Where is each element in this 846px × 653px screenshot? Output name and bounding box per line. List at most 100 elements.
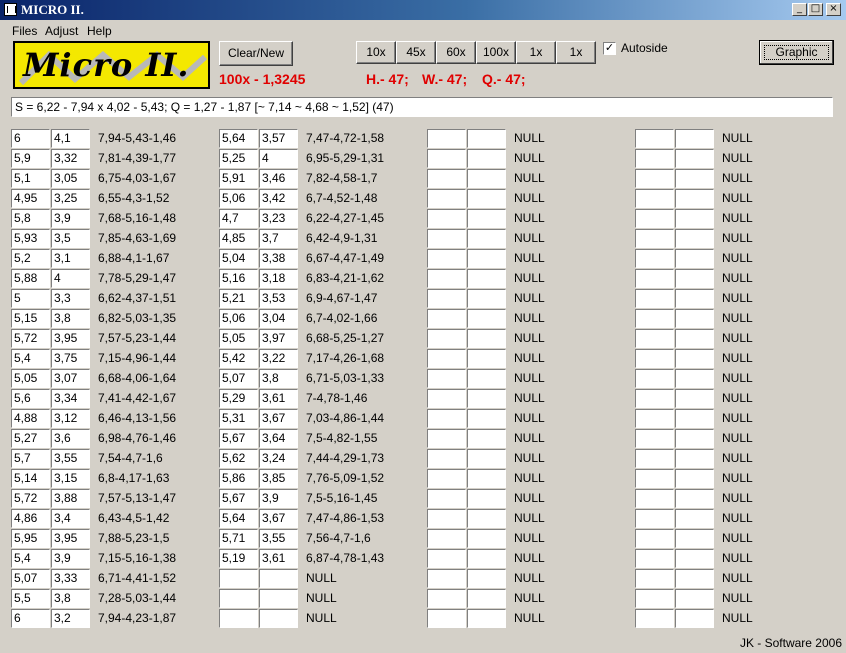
value-a-field[interactable] (427, 389, 466, 408)
value-a-field[interactable] (427, 549, 466, 568)
value-b-field[interactable] (675, 569, 714, 588)
value-b-field[interactable] (675, 389, 714, 408)
value-b-field[interactable] (675, 409, 714, 428)
value-b-field[interactable]: 3,46 (259, 169, 298, 188)
value-b-field[interactable]: 3,7 (259, 229, 298, 248)
value-a-field[interactable]: 5,07 (219, 369, 258, 388)
value-a-field[interactable] (635, 129, 674, 148)
value-a-field[interactable] (427, 509, 466, 528)
value-b-field[interactable] (467, 469, 506, 488)
value-a-field[interactable]: 5,67 (219, 429, 258, 448)
value-a-field[interactable] (427, 449, 466, 468)
value-a-field[interactable] (427, 569, 466, 588)
value-a-field[interactable] (635, 389, 674, 408)
value-b-field[interactable] (675, 309, 714, 328)
value-a-field[interactable] (219, 589, 258, 608)
value-a-field[interactable]: 5,14 (11, 469, 50, 488)
value-a-field[interactable]: 5 (11, 289, 50, 308)
value-b-field[interactable] (467, 209, 506, 228)
value-a-field[interactable] (427, 409, 466, 428)
value-b-field[interactable] (467, 389, 506, 408)
value-a-field[interactable] (427, 349, 466, 368)
value-a-field[interactable] (219, 609, 258, 628)
value-a-field[interactable]: 5,71 (219, 529, 258, 548)
maximize-button[interactable]: □ (808, 3, 823, 16)
value-b-field[interactable]: 3,67 (259, 509, 298, 528)
value-a-field[interactable]: 5,05 (219, 329, 258, 348)
value-a-field[interactable]: 5,91 (219, 169, 258, 188)
value-b-field[interactable] (675, 229, 714, 248)
value-b-field[interactable]: 3,55 (259, 529, 298, 548)
value-b-field[interactable]: 3,55 (51, 449, 90, 468)
value-b-field[interactable]: 3,32 (51, 149, 90, 168)
value-b-field[interactable] (675, 129, 714, 148)
value-b-field[interactable]: 3,85 (259, 469, 298, 488)
value-a-field[interactable]: 5,16 (219, 269, 258, 288)
value-b-field[interactable]: 3,75 (51, 349, 90, 368)
value-b-field[interactable]: 3,42 (259, 189, 298, 208)
value-a-field[interactable] (635, 209, 674, 228)
value-b-field[interactable] (467, 149, 506, 168)
value-b-field[interactable] (675, 209, 714, 228)
value-a-field[interactable] (635, 609, 674, 628)
value-a-field[interactable]: 5,72 (11, 489, 50, 508)
autoside-label[interactable]: Autoside (621, 41, 668, 55)
value-b-field[interactable]: 3,23 (259, 209, 298, 228)
value-b-field[interactable]: 3,9 (51, 209, 90, 228)
value-a-field[interactable]: 6 (11, 609, 50, 628)
value-b-field[interactable] (467, 269, 506, 288)
value-b-field[interactable]: 3,95 (51, 529, 90, 548)
value-b-field[interactable] (467, 309, 506, 328)
value-b-field[interactable]: 3,67 (259, 409, 298, 428)
value-a-field[interactable] (635, 549, 674, 568)
value-b-field[interactable] (467, 489, 506, 508)
zoom-100x-button[interactable]: 100x (476, 41, 516, 64)
value-b-field[interactable]: 3,88 (51, 489, 90, 508)
value-b-field[interactable]: 3,05 (51, 169, 90, 188)
value-b-field[interactable] (259, 589, 298, 608)
value-b-field[interactable]: 3,15 (51, 469, 90, 488)
value-a-field[interactable] (427, 529, 466, 548)
value-a-field[interactable]: 4,86 (11, 509, 50, 528)
value-a-field[interactable] (635, 509, 674, 528)
value-b-field[interactable] (467, 609, 506, 628)
value-a-field[interactable]: 5,21 (219, 289, 258, 308)
autoside-checkbox[interactable]: ✓ (603, 42, 616, 55)
value-a-field[interactable] (427, 589, 466, 608)
value-b-field[interactable]: 3,97 (259, 329, 298, 348)
value-a-field[interactable]: 4,95 (11, 189, 50, 208)
value-b-field[interactable]: 3,07 (51, 369, 90, 388)
value-b-field[interactable]: 3,4 (51, 509, 90, 528)
menu-adjust[interactable]: Adjust (45, 24, 78, 38)
value-a-field[interactable]: 5,4 (11, 549, 50, 568)
value-b-field[interactable]: 3,64 (259, 429, 298, 448)
value-a-field[interactable]: 5,95 (11, 529, 50, 548)
value-a-field[interactable] (635, 189, 674, 208)
value-a-field[interactable] (635, 529, 674, 548)
value-a-field[interactable] (635, 569, 674, 588)
value-a-field[interactable]: 5,64 (219, 509, 258, 528)
value-b-field[interactable] (467, 449, 506, 468)
value-a-field[interactable] (635, 489, 674, 508)
value-b-field[interactable] (675, 449, 714, 468)
value-b-field[interactable]: 3,12 (51, 409, 90, 428)
value-b-field[interactable]: 4,1 (51, 129, 90, 148)
value-b-field[interactable] (467, 229, 506, 248)
value-b-field[interactable] (675, 469, 714, 488)
value-a-field[interactable] (427, 249, 466, 268)
value-b-field[interactable] (675, 549, 714, 568)
value-a-field[interactable]: 5,88 (11, 269, 50, 288)
formula-field[interactable]: S = 6,22 - 7,94 x 4,02 - 5,43; Q = 1,27 … (11, 97, 833, 117)
close-button[interactable]: × (826, 3, 841, 16)
value-b-field[interactable] (675, 189, 714, 208)
value-b-field[interactable]: 3,22 (259, 349, 298, 368)
value-a-field[interactable]: 5,62 (219, 449, 258, 468)
value-b-field[interactable]: 3,8 (51, 309, 90, 328)
value-a-field[interactable] (427, 129, 466, 148)
value-a-field[interactable]: 5,67 (219, 489, 258, 508)
value-a-field[interactable]: 5,7 (11, 449, 50, 468)
value-a-field[interactable] (427, 269, 466, 288)
value-b-field[interactable] (467, 589, 506, 608)
value-a-field[interactable]: 5,07 (11, 569, 50, 588)
value-b-field[interactable]: 3,57 (259, 129, 298, 148)
